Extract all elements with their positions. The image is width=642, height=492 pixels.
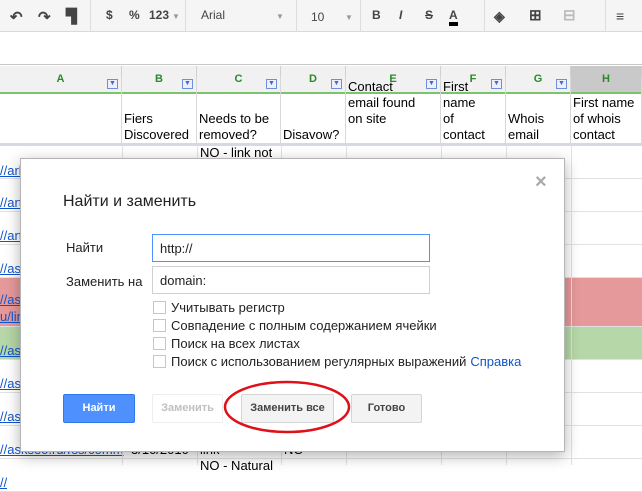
cell-a[interactable]: // <box>0 475 7 490</box>
annotation-overlay <box>223 380 351 434</box>
red-circle-annotation <box>223 380 351 434</box>
